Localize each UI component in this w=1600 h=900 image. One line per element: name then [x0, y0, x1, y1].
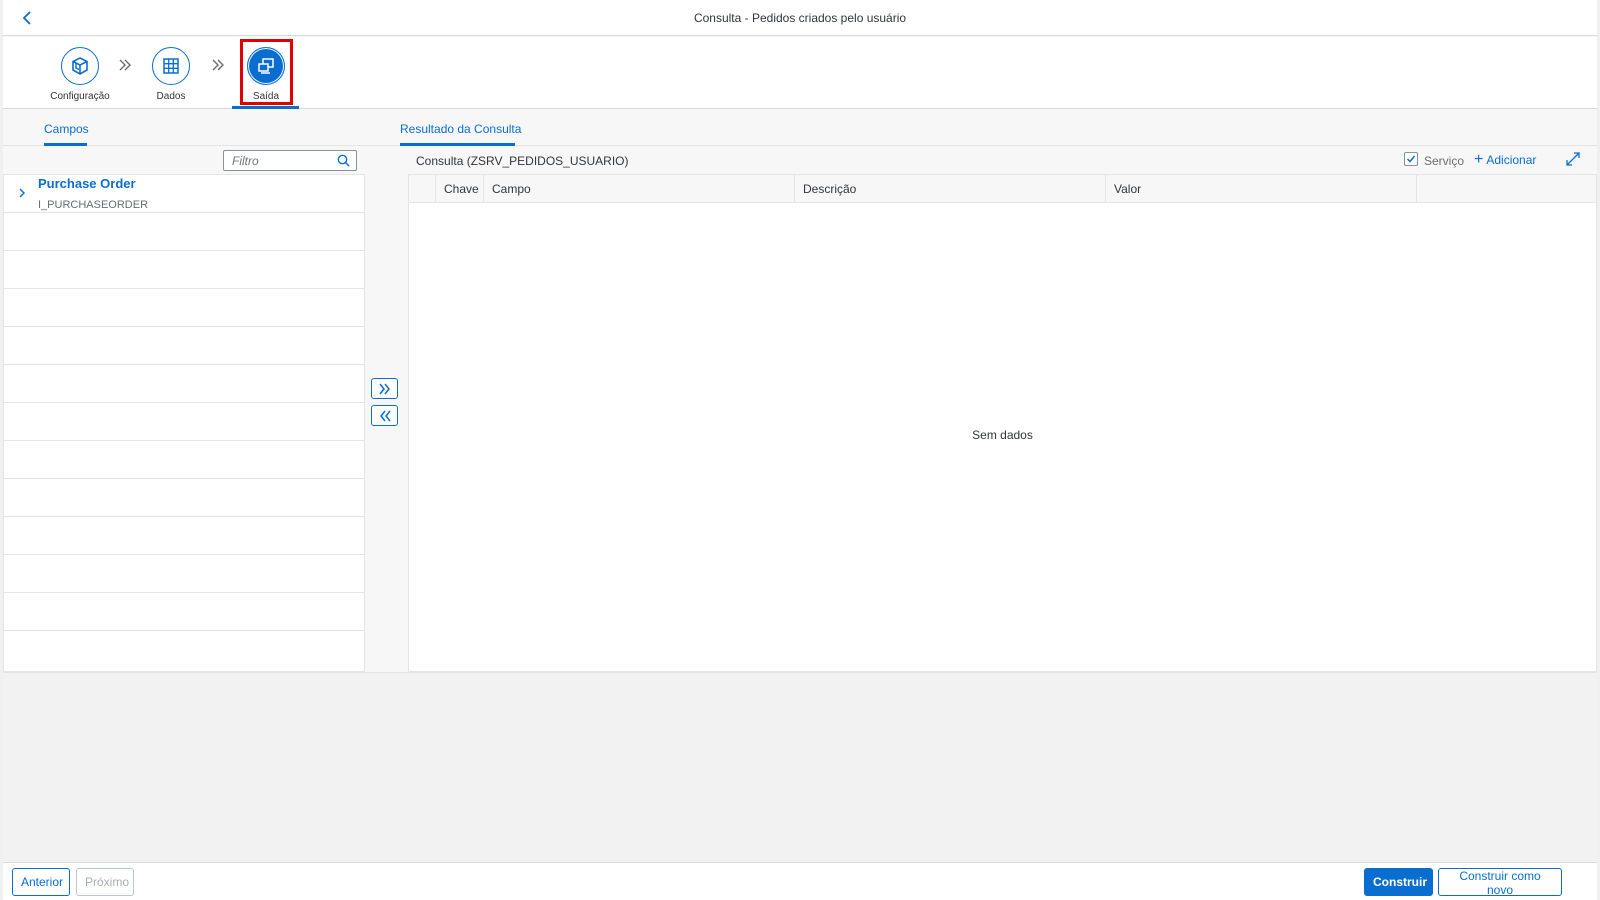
- empty-area: [3, 672, 1597, 862]
- next-button[interactable]: Próximo: [76, 868, 134, 896]
- cube-icon: [72, 57, 88, 75]
- wizard-step-saida[interactable]: Saída: [231, 47, 301, 102]
- column-header-chave[interactable]: Chave: [436, 175, 484, 203]
- add-button-label: Adicionar: [1486, 153, 1537, 167]
- column-header-valor[interactable]: Valor: [1106, 175, 1417, 203]
- wizard-progress: Configuração Dados Saída: [3, 37, 1597, 109]
- fullscreen-icon[interactable]: [1566, 152, 1580, 166]
- build-new-button[interactable]: Construir como novo: [1438, 868, 1562, 897]
- tab-resultado-consulta[interactable]: Resultado da Consulta: [400, 122, 521, 136]
- tree-empty-row: [4, 479, 364, 517]
- tree-item-title: Purchase Order: [38, 176, 136, 191]
- result-table: Chave Campo Descrição Valor Sem dados: [408, 174, 1597, 672]
- tree-empty-row: [4, 327, 364, 365]
- filter-input[interactable]: [224, 151, 330, 170]
- shell-header: Consulta - Pedidos criados pelo usuário: [3, 0, 1597, 36]
- selection-column: [409, 175, 436, 203]
- tree-item-subtitle: I_PURCHASEORDER: [38, 199, 149, 211]
- move-right-button[interactable]: [371, 378, 398, 399]
- move-left-button[interactable]: [371, 405, 398, 426]
- plus-icon: +: [1474, 151, 1484, 168]
- tab-bar: Campos Resultado da Consulta: [3, 110, 1597, 146]
- service-checkbox[interactable]: [1404, 152, 1418, 166]
- query-title: Consulta (ZSRV_PEDIDOS_USUARIO): [416, 154, 629, 168]
- tab-campos[interactable]: Campos: [44, 122, 89, 136]
- table-header: Chave Campo Descrição Valor: [409, 175, 1596, 203]
- double-chevron-right-icon: [211, 56, 225, 77]
- tree-empty-row: [4, 289, 364, 327]
- column-header-descricao[interactable]: Descrição: [795, 175, 1106, 203]
- tree-empty-row: [4, 631, 364, 669]
- output-icon: [258, 58, 274, 74]
- wizard-step-dados[interactable]: Dados: [136, 47, 206, 102]
- fields-panel: Purchase Order I_PURCHASEORDER: [3, 146, 365, 672]
- no-data-text: Sem dados: [972, 428, 1033, 442]
- step-label: Saída: [252, 91, 280, 102]
- double-chevron-right-icon: [378, 383, 390, 394]
- tree-item[interactable]: Purchase Order I_PURCHASEORDER: [4, 175, 364, 213]
- tree-empty-row: [4, 365, 364, 403]
- search-icon[interactable]: [337, 154, 350, 167]
- add-button[interactable]: + Adicionar: [1474, 151, 1536, 169]
- build-button[interactable]: Construir: [1364, 868, 1433, 896]
- tree-empty-row: [4, 517, 364, 555]
- step-circle: [61, 47, 99, 85]
- step-circle-active: [247, 47, 285, 85]
- tree-empty-row: [4, 555, 364, 593]
- service-checkbox-label: Serviço: [1424, 154, 1465, 168]
- tree-empty-row: [4, 403, 364, 441]
- result-toolbar: Consulta (ZSRV_PEDIDOS_USUARIO) Serviço …: [408, 146, 1597, 174]
- double-chevron-left-icon: [379, 410, 391, 421]
- fields-tree: Purchase Order I_PURCHASEORDER: [3, 174, 365, 672]
- step-label: Dados: [156, 91, 186, 102]
- result-panel: Consulta (ZSRV_PEDIDOS_USUARIO) Serviço …: [408, 146, 1597, 672]
- wizard-step-configuracao[interactable]: Configuração: [45, 47, 115, 102]
- column-header-campo[interactable]: Campo: [484, 175, 795, 203]
- tree-empty-row: [4, 213, 364, 251]
- chevron-right-icon[interactable]: [18, 187, 26, 199]
- footer-toolbar: Anterior Próximo Construir Construir com…: [3, 862, 1597, 900]
- checkmark-icon: [1406, 155, 1416, 163]
- previous-button[interactable]: Anterior: [12, 868, 70, 896]
- app-window: Consulta - Pedidos criados pelo usuário …: [3, 0, 1597, 900]
- double-chevron-right-icon: [118, 56, 132, 77]
- active-step-indicator: [232, 106, 299, 109]
- step-circle: [152, 47, 190, 85]
- step-label: Configuração: [50, 91, 110, 102]
- tree-empty-row: [4, 441, 364, 479]
- tree-empty-row: [4, 593, 364, 631]
- page-title: Consulta - Pedidos criados pelo usuário: [693, 11, 907, 25]
- filter-field[interactable]: [223, 150, 357, 171]
- grid-icon: [163, 58, 179, 74]
- tree-empty-row: [4, 251, 364, 289]
